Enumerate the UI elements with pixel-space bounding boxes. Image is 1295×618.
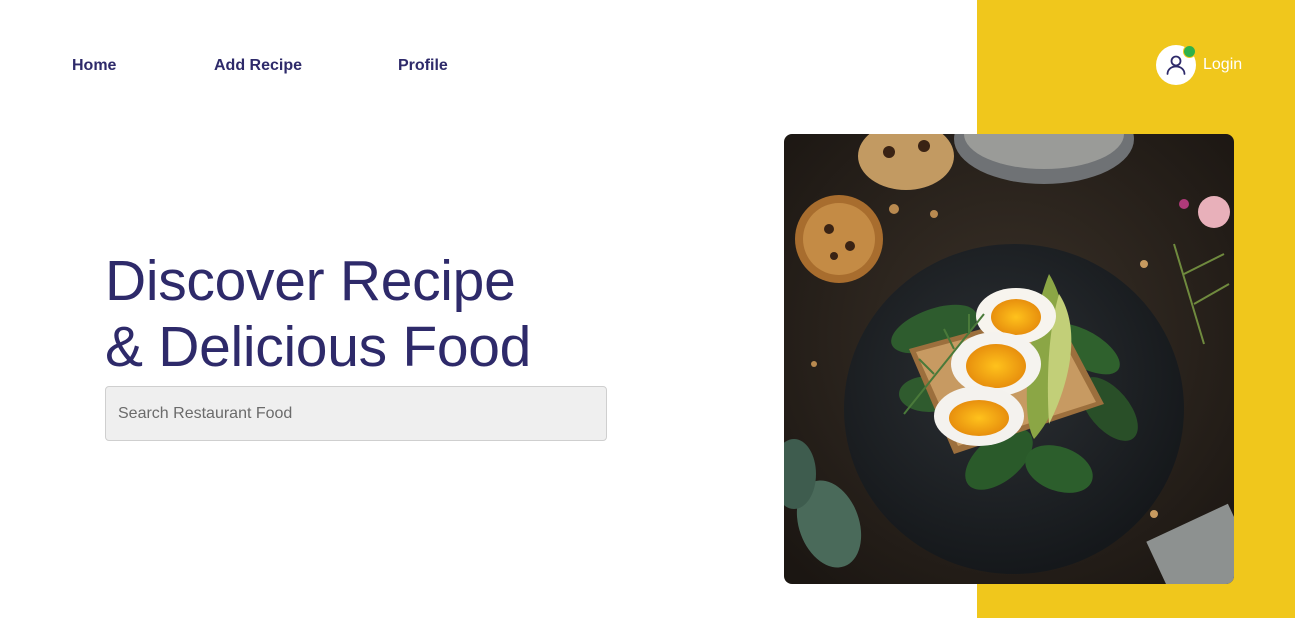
food-photo-illustration [784,134,1234,584]
login-button[interactable]: Login [1156,45,1242,85]
hero-title-line-2: & Delicious Food [105,315,532,379]
online-status-dot [1183,45,1196,58]
nav-home-link[interactable]: Home [72,57,116,75]
user-icon [1166,55,1186,75]
hero-title-line-1: Discover Recipe [105,249,516,313]
login-label: Login [1203,56,1243,73]
hero-title: Discover Recipe & Delicious Food [105,248,531,380]
search-input[interactable] [105,386,607,441]
food-photo [784,134,1234,584]
nav-add-recipe-link[interactable]: Add Recipe [214,57,302,75]
avatar[interactable] [1156,45,1196,85]
nav-profile-link[interactable]: Profile [398,57,448,75]
